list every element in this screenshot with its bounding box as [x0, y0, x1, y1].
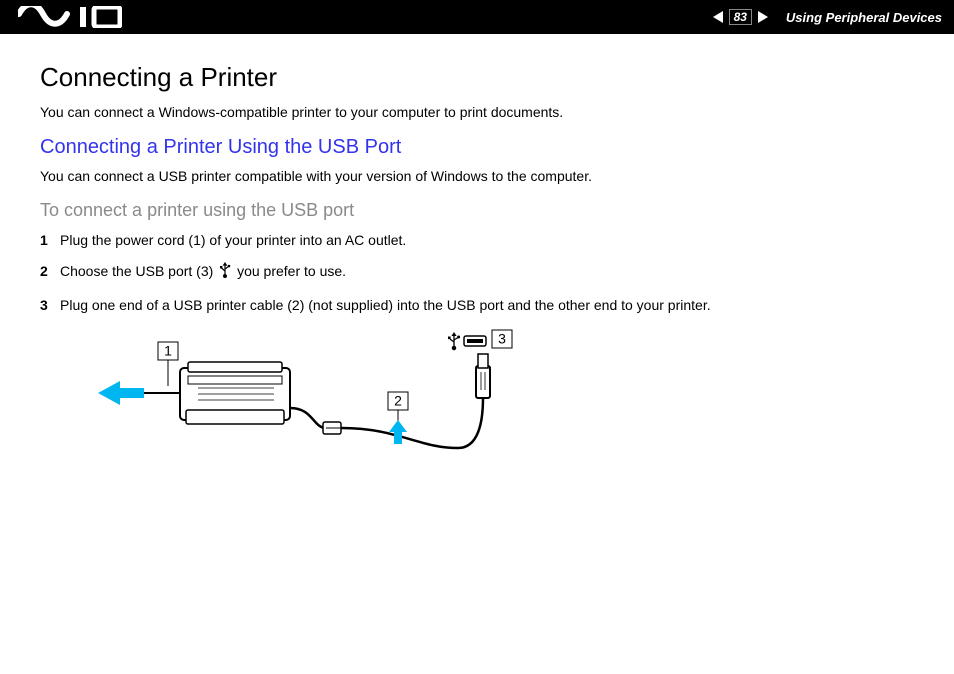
step-2-text-b: you prefer to use. [233, 263, 346, 279]
next-page-icon[interactable] [758, 11, 768, 23]
printer-icon [180, 362, 290, 424]
procedure-heading: To connect a printer using the USB port [40, 200, 906, 221]
usb-trident-diagram-icon [448, 332, 460, 350]
page-content: Connecting a Printer You can connect a W… [0, 34, 954, 503]
diagram-label-1: 1 [164, 342, 172, 358]
usb-cable-seg2 [341, 398, 483, 448]
subheading-usb: Connecting a Printer Using the USB Port [40, 136, 906, 159]
arrow-left-icon [98, 381, 144, 405]
step-2: Choose the USB port (3) you prefer to us… [40, 262, 906, 284]
step-3: Plug one end of a USB printer cable (2) … [40, 296, 906, 316]
diagram-label-3: 3 [498, 330, 506, 346]
diagram-label-2: 2 [394, 392, 402, 408]
page-number: 83 [729, 9, 752, 25]
prev-page-icon[interactable] [713, 11, 723, 23]
page-title: Connecting a Printer [40, 62, 906, 93]
usb-trident-icon [219, 262, 231, 284]
arrow-up-2-icon [389, 420, 407, 444]
header-bar: 83 Using Peripheral Devices [0, 0, 954, 34]
usb-port-icon [464, 336, 486, 346]
intro-text: You can connect a Windows-compatible pri… [40, 103, 906, 122]
steps-list: Plug the power cord (1) of your printer … [40, 231, 906, 316]
vaio-logo-icon [18, 6, 122, 28]
step-1: Plug the power cord (1) of your printer … [40, 231, 906, 251]
step-2-text-a: Choose the USB port (3) [60, 263, 217, 279]
sub-intro-text: You can connect a USB printer compatible… [40, 167, 906, 186]
section-title: Using Peripheral Devices [786, 10, 942, 25]
usb-cable-seg1 [290, 408, 326, 428]
header-right: 83 Using Peripheral Devices [713, 9, 942, 25]
printer-connection-diagram: 1 2 [98, 328, 906, 503]
